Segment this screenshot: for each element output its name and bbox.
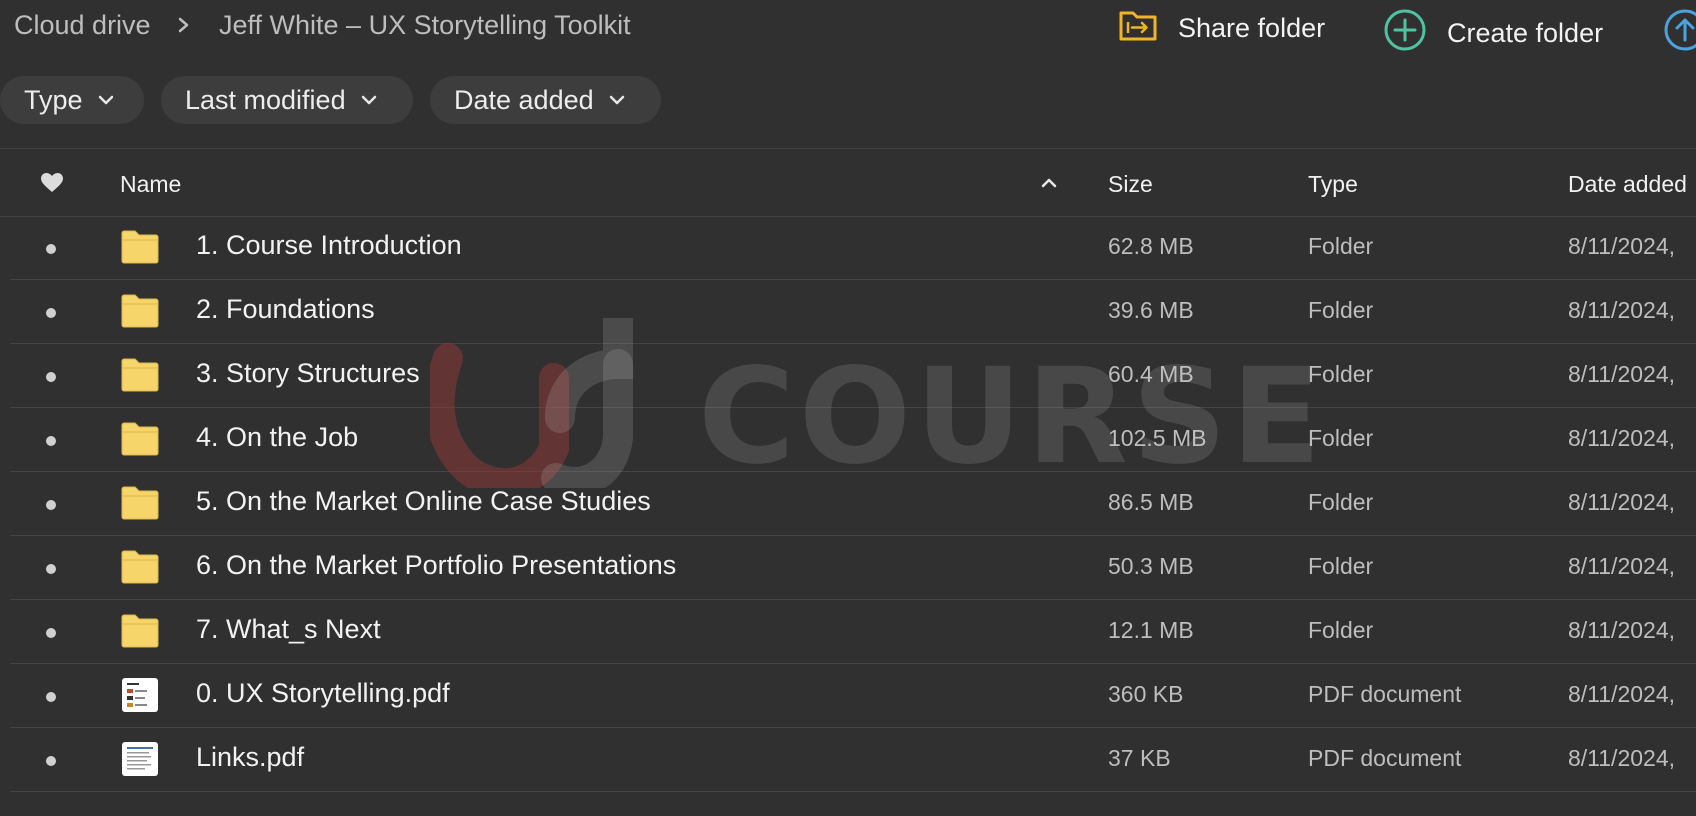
file-name: 3. Story Structures xyxy=(196,358,420,388)
file-date-added: 8/11/2024, xyxy=(1568,233,1676,259)
filter-bar: Type Last modified Date added xyxy=(0,76,1696,124)
file-type: Folder xyxy=(1308,297,1374,323)
file-size: 102.5 MB xyxy=(1108,425,1207,451)
file-date-added: 8/11/2024, xyxy=(1568,489,1676,515)
file-type: Folder xyxy=(1308,553,1374,579)
file-date-added: 8/11/2024, xyxy=(1568,425,1676,451)
bullet-dot-icon xyxy=(46,500,56,510)
bullet-dot-icon xyxy=(46,308,56,318)
file-size: 37 KB xyxy=(1108,745,1171,771)
filter-date-added[interactable]: Date added xyxy=(430,76,661,124)
table-row[interactable]: 5. On the Market Online Case Studies 86.5… xyxy=(10,472,1696,536)
file-name: 2. Foundations xyxy=(196,294,375,324)
file-size: 86.5 MB xyxy=(1108,489,1194,515)
table-row[interactable]: 3. Story Structures 60.4 MB Folder 8/11/202… xyxy=(10,344,1696,408)
bullet-dot-icon xyxy=(46,244,56,254)
file-size: 50.3 MB xyxy=(1108,553,1194,579)
plus-circle-icon xyxy=(1383,8,1427,59)
favourite-heart-icon[interactable] xyxy=(40,172,64,199)
file-name: Links.pdf xyxy=(196,742,305,772)
bullet-dot-icon xyxy=(46,692,56,702)
breadcrumb-root[interactable]: Cloud drive xyxy=(14,10,151,41)
table-row[interactable]: 1. Course Introduction 62.8 MB Folder 8/11/… xyxy=(10,216,1696,280)
top-bar: Cloud drive Jeff White – UX Storytelling… xyxy=(0,0,1696,60)
bullet-dot-icon xyxy=(46,564,56,574)
folder-icon xyxy=(121,550,159,584)
row-divider xyxy=(10,791,1696,792)
file-name: 4. On the Job xyxy=(196,422,359,452)
file-type: Folder xyxy=(1308,617,1374,643)
file-type: PDF document xyxy=(1308,745,1462,771)
create-folder-button[interactable]: Create folder xyxy=(1383,8,1603,59)
breadcrumb-current[interactable]: Jeff White – UX Storytelling Toolkit xyxy=(219,10,631,41)
table-row[interactable]: 6. On the Market Portfolio Presentations… xyxy=(10,536,1696,600)
file-date-added: 8/11/2024, xyxy=(1568,297,1676,323)
filter-type-label: Type xyxy=(24,84,83,115)
file-type: Folder xyxy=(1308,489,1374,515)
divider xyxy=(0,148,1696,149)
pdf-thumbnail-icon xyxy=(121,741,159,776)
folder-icon xyxy=(121,358,159,392)
file-size: 12.1 MB xyxy=(1108,617,1194,643)
share-folder-button[interactable]: Share folder xyxy=(1118,8,1325,49)
filter-type[interactable]: Type xyxy=(0,76,144,124)
folder-icon xyxy=(121,294,159,328)
table-row[interactable]: 7. What_s Next 12.1 MB Folder 8/11/2024, xyxy=(10,600,1696,664)
file-date-added: 8/11/2024, xyxy=(1568,553,1676,579)
table-row[interactable]: 0. UX Storytelling.pdf 360 KB PDF document… xyxy=(10,664,1696,728)
share-folder-label: Share folder xyxy=(1178,13,1326,43)
filter-last-modified[interactable]: Last modified xyxy=(161,76,413,124)
folder-icon xyxy=(121,422,159,456)
column-header-date-added[interactable]: Date added xyxy=(1568,171,1687,198)
table-header: Name Size Type Date added xyxy=(0,150,1696,216)
table-row[interactable]: Links.pdf 37 KB PDF document 8/11/2024, xyxy=(10,728,1696,792)
file-name: 6. On the Market Portfolio Presentations xyxy=(196,550,677,580)
pdf-thumbnail-icon xyxy=(121,677,159,712)
chevron-down-icon xyxy=(608,94,626,106)
bullet-dot-icon xyxy=(46,756,56,766)
file-name: 5. On the Market Online Case Studies xyxy=(196,486,651,516)
folder-icon xyxy=(121,614,159,648)
chevron-right-icon xyxy=(177,12,191,43)
file-date-added: 8/11/2024, xyxy=(1568,745,1676,771)
bullet-dot-icon xyxy=(46,436,56,446)
create-folder-label: Create folder xyxy=(1447,18,1604,48)
column-header-type[interactable]: Type xyxy=(1308,171,1358,198)
bullet-dot-icon xyxy=(46,628,56,638)
file-date-added: 8/11/2024, xyxy=(1568,361,1676,387)
file-size: 62.8 MB xyxy=(1108,233,1194,259)
file-name: 1. Course Introduction xyxy=(196,230,462,260)
file-date-added: 8/11/2024, xyxy=(1568,681,1676,707)
file-name: 0. UX Storytelling.pdf xyxy=(196,678,450,708)
file-type: PDF document xyxy=(1308,681,1462,707)
bullet-dot-icon xyxy=(46,372,56,382)
filter-last-modified-label: Last modified xyxy=(185,84,346,115)
folder-icon xyxy=(121,230,159,264)
sort-ascending-icon[interactable] xyxy=(1040,176,1058,194)
folder-icon xyxy=(121,486,159,520)
table-row[interactable]: 2. Foundations 39.6 MB Folder 8/11/2024, xyxy=(10,280,1696,344)
file-size: 60.4 MB xyxy=(1108,361,1194,387)
column-header-name[interactable]: Name xyxy=(120,171,181,198)
chevron-down-icon xyxy=(97,94,115,106)
file-size: 360 KB xyxy=(1108,681,1184,707)
file-name: 7. What_s Next xyxy=(196,614,381,644)
chevron-down-icon xyxy=(360,94,378,106)
file-type: Folder xyxy=(1308,233,1374,259)
file-size: 39.6 MB xyxy=(1108,297,1194,323)
upload-icon[interactable] xyxy=(1663,8,1696,57)
table-row[interactable]: 4. On the Job 102.5 MB Folder 8/11/2024, xyxy=(10,408,1696,472)
column-header-size[interactable]: Size xyxy=(1108,171,1153,198)
file-date-added: 8/11/2024, xyxy=(1568,617,1676,643)
file-type: Folder xyxy=(1308,425,1374,451)
share-folder-icon xyxy=(1118,8,1158,49)
file-type: Folder xyxy=(1308,361,1374,387)
filter-date-added-label: Date added xyxy=(454,84,594,115)
